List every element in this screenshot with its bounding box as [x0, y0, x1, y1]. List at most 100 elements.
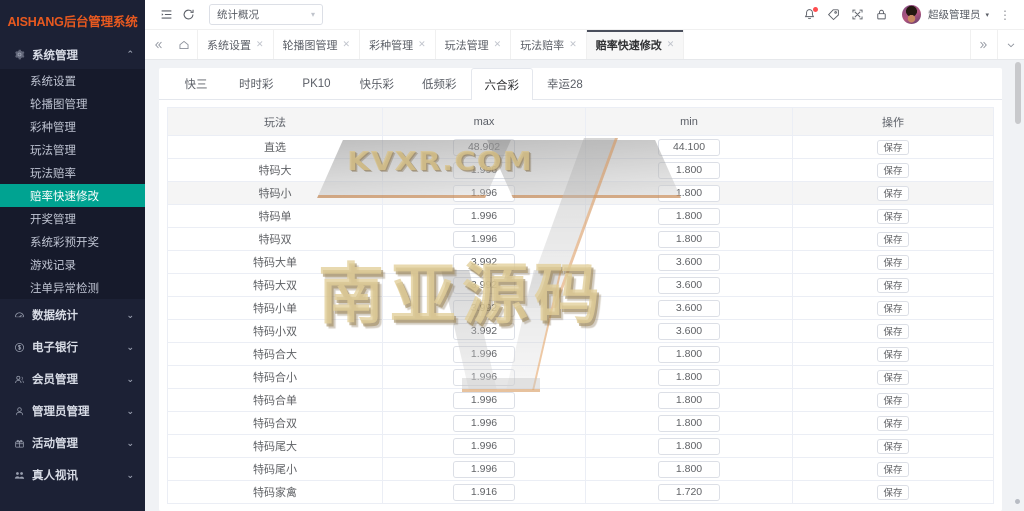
max-input[interactable]: 3.992 — [453, 277, 515, 294]
max-input[interactable]: 1.996 — [453, 461, 515, 478]
sidebar-item-game-records[interactable]: 游戏记录 — [0, 253, 145, 276]
save-button[interactable]: 保存 — [877, 209, 908, 224]
chevron-down-icon[interactable]: ▾ — [985, 11, 989, 19]
logo[interactable]: AISHANG后台管理系统 — [0, 0, 145, 40]
tab-kuaisan[interactable]: 快三 — [167, 68, 225, 99]
page-scrollbar[interactable] — [1015, 62, 1021, 124]
menu-fold-icon[interactable] — [155, 4, 177, 26]
tag-icon[interactable] — [823, 4, 845, 26]
lock-icon[interactable] — [871, 4, 893, 26]
max-input[interactable]: 1.916 — [453, 484, 515, 501]
close-icon[interactable]: ✕ — [256, 39, 264, 50]
save-button[interactable]: 保存 — [877, 301, 908, 316]
bell-icon[interactable] — [799, 4, 821, 26]
max-input[interactable]: 48.902 — [453, 139, 515, 156]
close-icon[interactable]: ✕ — [418, 39, 426, 50]
min-input[interactable]: 3.600 — [658, 277, 720, 294]
save-button[interactable]: 保存 — [877, 140, 908, 155]
save-button[interactable]: 保存 — [877, 186, 908, 201]
tag-system-settings[interactable]: 系统设置 ✕ — [197, 30, 273, 59]
close-icon[interactable]: ✕ — [343, 39, 351, 50]
max-input[interactable]: 1.996 — [453, 231, 515, 248]
min-input[interactable]: 1.720 — [658, 484, 720, 501]
user-name[interactable]: 超级管理员 — [928, 7, 981, 22]
max-input[interactable]: 1.996 — [453, 162, 515, 179]
sidebar-item-banner-manage[interactable]: 轮播图管理 — [0, 92, 145, 115]
max-input[interactable]: 1.996 — [453, 438, 515, 455]
min-input[interactable]: 3.600 — [658, 323, 720, 340]
close-icon[interactable]: ✕ — [569, 39, 577, 50]
min-input[interactable]: 1.800 — [658, 346, 720, 363]
more-vertical-icon[interactable]: ⋮ — [991, 8, 1016, 22]
save-button[interactable]: 保存 — [877, 347, 908, 362]
sidebar-group-system[interactable]: 系统管理 ⌃ — [0, 40, 145, 69]
min-input[interactable]: 1.800 — [658, 415, 720, 432]
tag-banner-manage[interactable]: 轮播图管理 ✕ — [273, 30, 360, 59]
sidebar-item-bet-anomaly[interactable]: 注单异常检测 — [0, 276, 145, 299]
save-button[interactable]: 保存 — [877, 278, 908, 293]
double-chevron-right-icon[interactable] — [970, 30, 997, 59]
sidebar-item-odds-quick-edit[interactable]: 赔率快速修改 — [0, 184, 145, 207]
sidebar-item-play-odds[interactable]: 玩法赔率 — [0, 161, 145, 184]
sidebar-item-draw-manage[interactable]: 开奖管理 — [0, 207, 145, 230]
min-input[interactable]: 44.100 — [658, 139, 720, 156]
max-input[interactable]: 1.996 — [453, 369, 515, 386]
tag-lottery-type-manage[interactable]: 彩种管理 ✕ — [359, 30, 435, 59]
max-input[interactable]: 3.992 — [453, 300, 515, 317]
max-input[interactable]: 1.996 — [453, 208, 515, 225]
tab-pk10[interactable]: PK10 — [288, 68, 346, 99]
double-chevron-left-icon[interactable] — [145, 30, 171, 59]
tag-play-manage[interactable]: 玩法管理 ✕ — [435, 30, 511, 59]
tab-liuhecai[interactable]: 六合彩 — [471, 68, 534, 100]
save-button[interactable]: 保存 — [877, 462, 908, 477]
tab-xingyun28[interactable]: 幸运28 — [533, 68, 597, 99]
max-input[interactable]: 1.996 — [453, 415, 515, 432]
home-icon[interactable] — [171, 30, 197, 59]
min-input[interactable]: 1.800 — [658, 185, 720, 202]
save-button[interactable]: 保存 — [877, 163, 908, 178]
min-input[interactable]: 1.800 — [658, 461, 720, 478]
fullscreen-icon[interactable] — [847, 4, 869, 26]
sidebar-group-ebank[interactable]: 电子银行 ⌄ — [0, 331, 145, 363]
refresh-icon[interactable] — [177, 4, 199, 26]
close-icon[interactable]: ✕ — [494, 39, 502, 50]
save-button[interactable]: 保存 — [877, 416, 908, 431]
min-input[interactable]: 3.600 — [658, 254, 720, 271]
tab-dipincai[interactable]: 低频彩 — [408, 68, 471, 99]
save-button[interactable]: 保存 — [877, 485, 908, 500]
save-button[interactable]: 保存 — [877, 255, 908, 270]
min-input[interactable]: 3.600 — [658, 300, 720, 317]
tab-kulecai[interactable]: 快乐彩 — [346, 68, 409, 99]
max-input[interactable]: 1.996 — [453, 392, 515, 409]
save-button[interactable]: 保存 — [877, 439, 908, 454]
sidebar-group-activities[interactable]: 活动管理 ⌄ — [0, 427, 145, 459]
sidebar-item-system-predraw[interactable]: 系统彩预开奖 — [0, 230, 145, 253]
sidebar-item-lottery-type-manage[interactable]: 彩种管理 — [0, 115, 145, 138]
min-input[interactable]: 1.800 — [658, 208, 720, 225]
tag-play-odds[interactable]: 玩法赔率 ✕ — [510, 30, 586, 59]
sidebar-group-statistics[interactable]: 数据统计 ⌄ — [0, 299, 145, 331]
save-button[interactable]: 保存 — [877, 232, 908, 247]
max-input[interactable]: 1.996 — [453, 185, 515, 202]
max-input[interactable]: 1.996 — [453, 346, 515, 363]
min-input[interactable]: 1.800 — [658, 369, 720, 386]
sidebar-group-members[interactable]: 会员管理 ⌄ — [0, 363, 145, 395]
tab-shishicai[interactable]: 时时彩 — [225, 68, 288, 99]
min-input[interactable]: 1.800 — [658, 438, 720, 455]
sidebar-group-admins[interactable]: 管理员管理 ⌄ — [0, 395, 145, 427]
sidebar-item-system-settings[interactable]: 系统设置 — [0, 69, 145, 92]
max-input[interactable]: 3.992 — [453, 323, 515, 340]
save-button[interactable]: 保存 — [877, 370, 908, 385]
save-button[interactable]: 保存 — [877, 324, 908, 339]
min-input[interactable]: 1.800 — [658, 231, 720, 248]
max-input[interactable]: 3.992 — [453, 254, 515, 271]
min-input[interactable]: 1.800 — [658, 162, 720, 179]
avatar[interactable] — [902, 5, 921, 24]
overview-select[interactable]: 统计概况 ▾ — [209, 4, 323, 25]
tag-odds-quick-edit[interactable]: 赔率快速修改 ✕ — [586, 30, 685, 59]
chevron-down-icon[interactable] — [997, 30, 1024, 59]
min-input[interactable]: 1.800 — [658, 392, 720, 409]
close-icon[interactable]: ✕ — [667, 39, 675, 50]
sidebar-item-play-manage[interactable]: 玩法管理 — [0, 138, 145, 161]
save-button[interactable]: 保存 — [877, 393, 908, 408]
